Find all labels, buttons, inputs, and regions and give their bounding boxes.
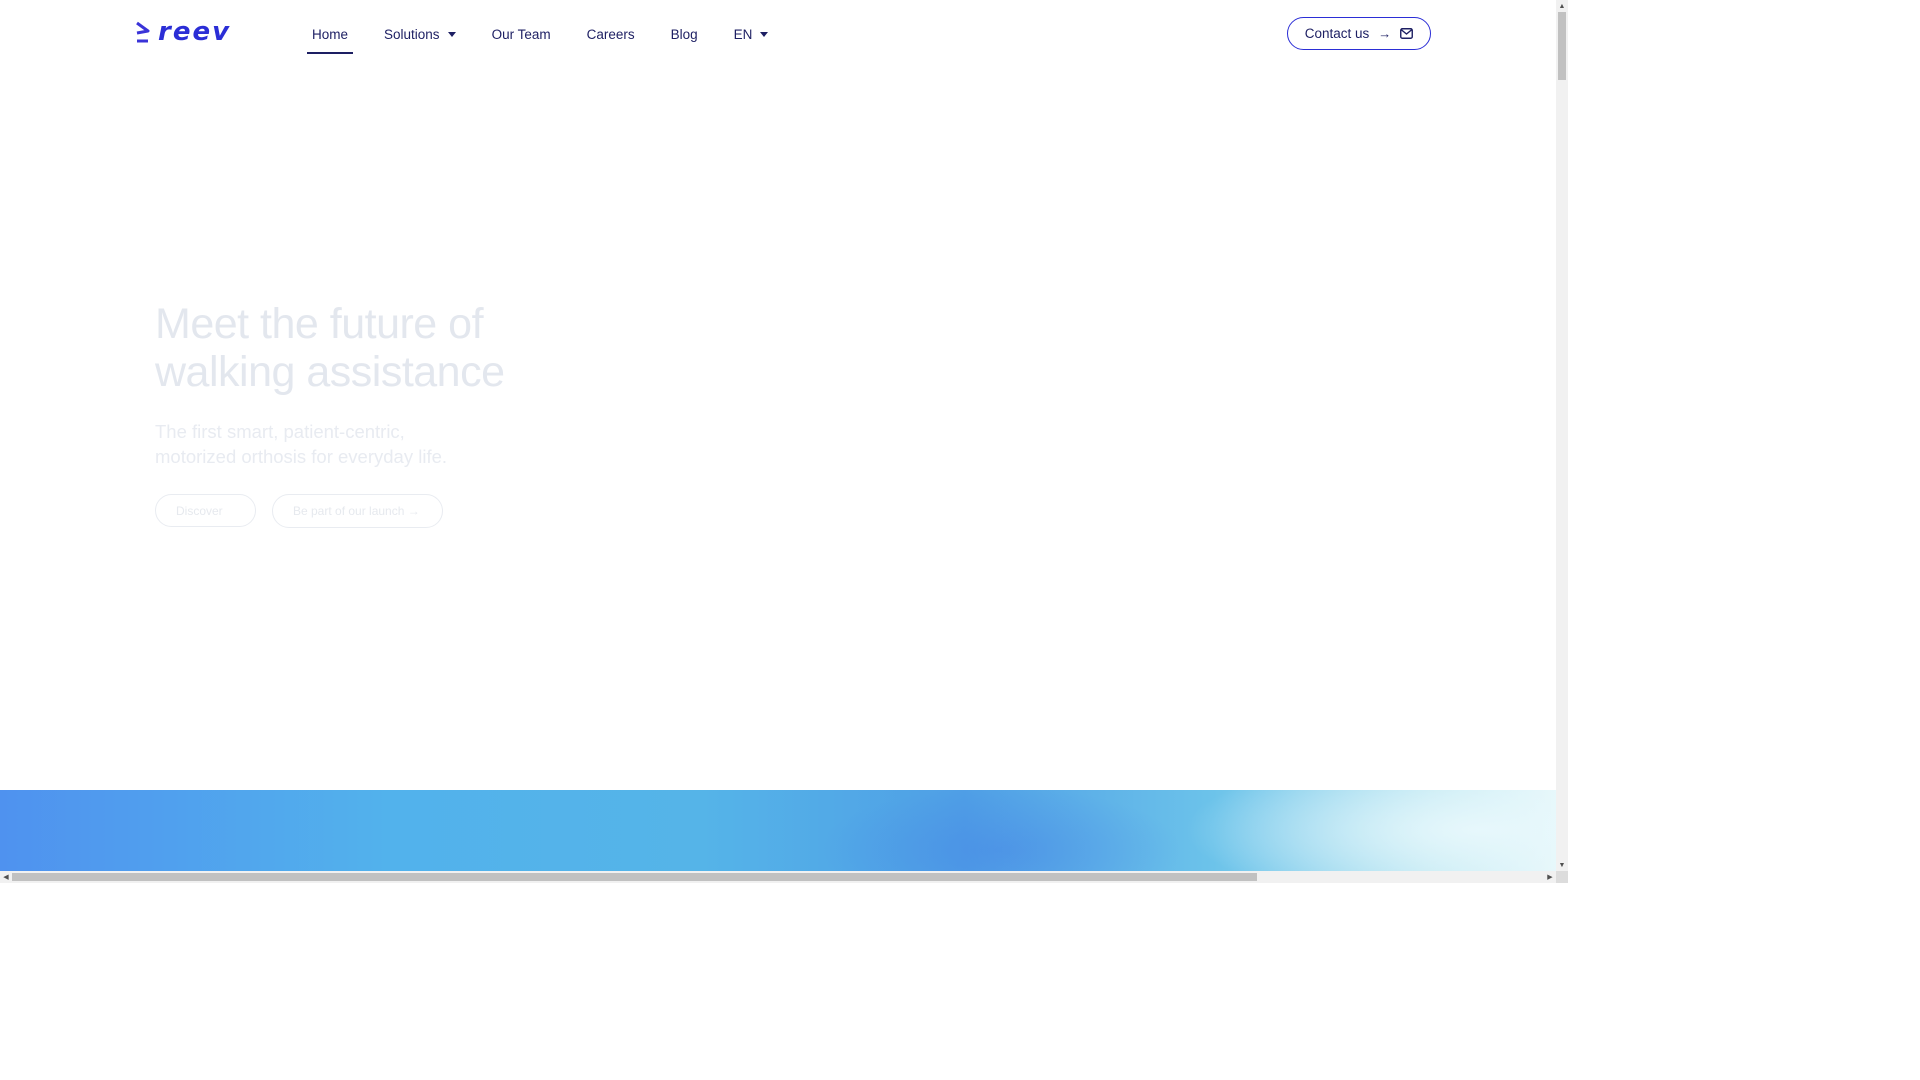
hero-title-line2: walking assistance xyxy=(155,348,505,396)
nav-item-label: Solutions xyxy=(384,26,440,42)
nav-item-blog[interactable]: Blog xyxy=(671,22,698,46)
arrow-right-icon: → xyxy=(1378,26,1392,41)
logo-wordmark: reev xyxy=(158,17,232,47)
gradient-banner xyxy=(0,790,1556,871)
language-selector[interactable]: EN xyxy=(734,22,769,46)
reev-logo[interactable]: reev xyxy=(136,17,232,47)
scrollbar-corner xyxy=(1556,871,1568,883)
nav-item-label: EN xyxy=(733,26,753,42)
discover-label: Discover xyxy=(176,503,223,518)
caret-down-icon xyxy=(447,31,456,37)
scroll-up-icon[interactable]: ▲ xyxy=(1556,0,1568,12)
scroll-left-icon[interactable]: ◀ xyxy=(0,871,12,883)
nav-item-careers[interactable]: Careers xyxy=(587,22,635,46)
launch-label: Be part of our launch → xyxy=(293,504,420,518)
horizontal-scrollbar[interactable]: ◀ ▶ xyxy=(0,871,1556,883)
mail-icon xyxy=(1400,28,1414,39)
scroll-down-icon[interactable]: ▼ xyxy=(1556,859,1568,871)
horizontal-scroll-thumb[interactable] xyxy=(12,873,1257,881)
main-nav: Home Solutions Our Team Careers Blog EN xyxy=(306,22,804,54)
nav-item-label: Home xyxy=(312,26,349,42)
vertical-scrollbar[interactable]: ▲ ▼ xyxy=(1556,0,1568,871)
page: reev Home Solutions Our Team Careers Blo… xyxy=(0,0,1556,871)
hero-subtitle: The first smart, patient-centric, motori… xyxy=(155,421,448,467)
nav-item-solutions[interactable]: Solutions xyxy=(384,22,456,46)
hero-title-line1: Meet the future of xyxy=(155,300,484,348)
logo-chevron-icon xyxy=(136,21,150,43)
scroll-right-icon[interactable]: ▶ xyxy=(1544,871,1556,883)
nav-item-label: Our Team xyxy=(491,26,551,42)
nav-item-our-team[interactable]: Our Team xyxy=(492,22,551,46)
nav-item-label: Careers xyxy=(586,26,635,42)
hero-title: Meet the future of walking assistance xyxy=(155,300,505,396)
discover-button[interactable]: Discover xyxy=(155,494,256,527)
contact-us-label: Contact us xyxy=(1304,26,1370,41)
nav-item-home[interactable]: Home xyxy=(306,22,354,54)
caret-down-icon xyxy=(760,31,769,37)
launch-button[interactable]: Be part of our launch → xyxy=(272,494,443,528)
contact-us-button[interactable]: Contact us → xyxy=(1287,17,1431,50)
vertical-scroll-thumb[interactable] xyxy=(1558,12,1566,80)
nav-item-label: Blog xyxy=(670,26,698,42)
